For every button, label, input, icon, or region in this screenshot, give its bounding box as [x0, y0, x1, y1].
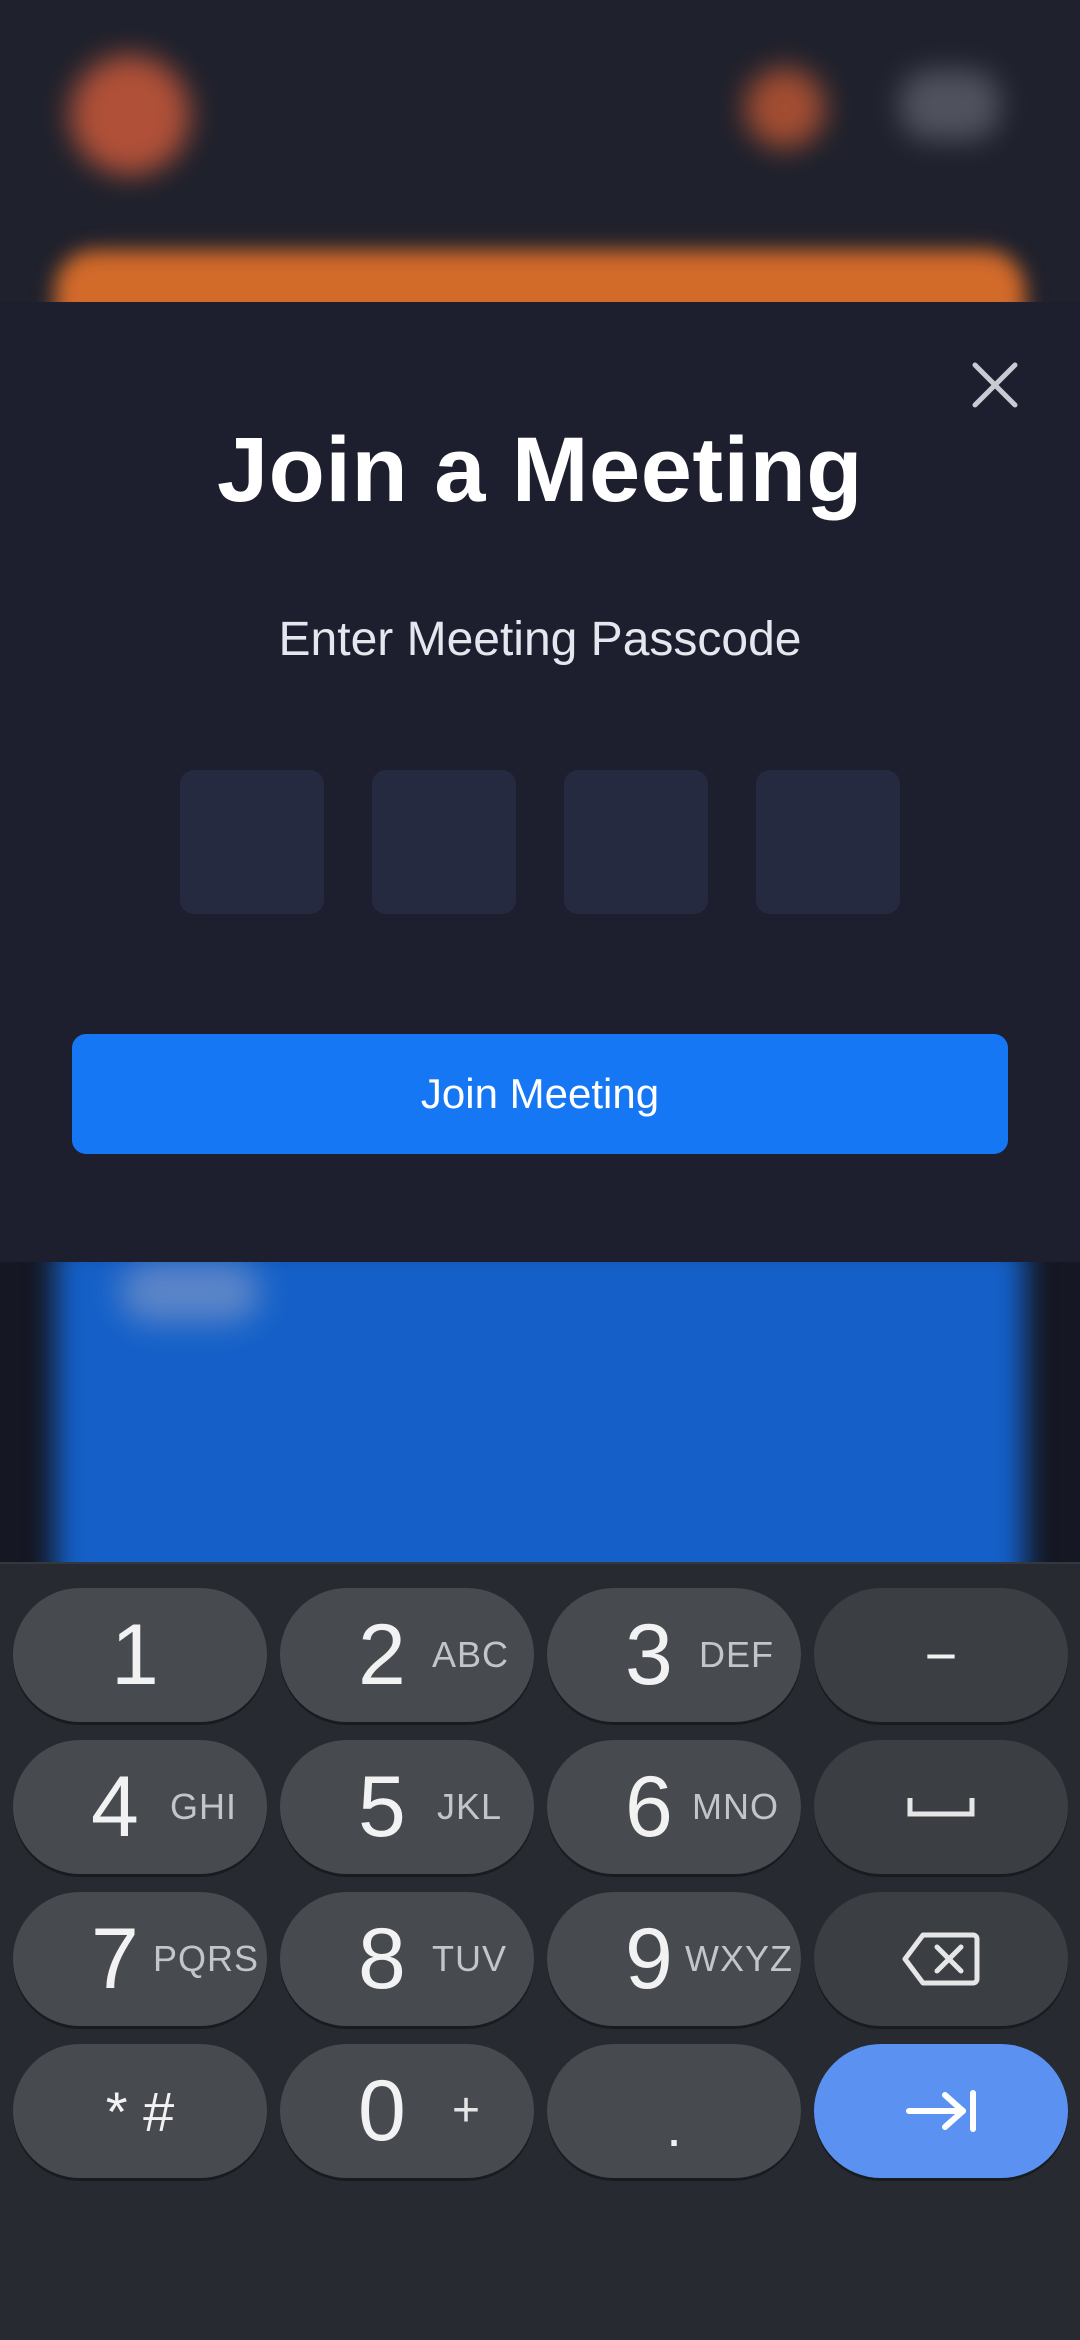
blurred-avatar: [70, 55, 190, 175]
key-label: .: [666, 2094, 682, 2158]
key-period[interactable]: .: [547, 2044, 801, 2178]
close-button[interactable]: [965, 355, 1025, 415]
key-letters: +: [452, 2084, 482, 2137]
key-letters: DEF: [699, 1634, 774, 1675]
key-digit: 2: [358, 1607, 406, 1703]
blurred-highlight: [120, 1262, 260, 1322]
passcode-digit-3[interactable]: [564, 770, 708, 914]
key-digit: 3: [625, 1607, 673, 1703]
join-meeting-button[interactable]: Join Meeting: [72, 1034, 1008, 1154]
key-next[interactable]: [814, 2044, 1068, 2178]
key-letters: GHI: [170, 1786, 238, 1827]
space-icon: [907, 1798, 975, 1817]
key-letters: TUV: [432, 1938, 507, 1979]
key-5[interactable]: 5 JKL: [280, 1740, 534, 1874]
key-digit: 7: [91, 1911, 139, 2007]
passcode-prompt: Enter Meeting Passcode: [278, 613, 802, 666]
blurred-button: [900, 70, 1000, 140]
page-title: Join a Meeting: [217, 419, 863, 521]
key-digit: 6: [625, 1759, 673, 1855]
blurred-banner: [55, 250, 1025, 302]
next-tab-icon: [906, 2090, 976, 2132]
key-letters: MNO: [692, 1786, 779, 1827]
key-2[interactable]: 2 ABC: [280, 1588, 534, 1722]
background-bottom: [0, 1262, 1080, 1562]
key-8[interactable]: 8 TUV: [280, 1892, 534, 2026]
key-digit: 9: [625, 1911, 673, 2007]
key-label: * #: [105, 2079, 175, 2143]
key-digit: 8: [358, 1911, 406, 2007]
background-top: [0, 0, 1080, 302]
key-1[interactable]: 1: [13, 1588, 267, 1722]
key-star-hash[interactable]: * #: [13, 2044, 267, 2178]
key-digit: 5: [358, 1759, 406, 1855]
key-label: −: [924, 1623, 958, 1687]
key-7[interactable]: 7 PQRS: [13, 1892, 267, 2026]
key-3[interactable]: 3 DEF: [547, 1588, 801, 1722]
passcode-digit-4[interactable]: [756, 770, 900, 914]
blurred-status-dot: [745, 68, 825, 148]
key-letters: PQRS: [153, 1938, 260, 1979]
key-4[interactable]: 4 GHI: [13, 1740, 267, 1874]
key-digit: 0: [358, 2063, 406, 2159]
passcode-digit-1[interactable]: [180, 770, 324, 914]
numeric-keyboard: 1 2 ABC 3 DEF − 4 GHI 5 JKL 6 MNO 7 PQRS…: [0, 1562, 1080, 2340]
close-icon: [972, 362, 1018, 408]
key-minus[interactable]: −: [814, 1588, 1068, 1722]
key-9[interactable]: 9 WXYZ: [547, 1892, 801, 2026]
key-6[interactable]: 6 MNO: [547, 1740, 801, 1874]
key-letters: ABC: [432, 1634, 510, 1675]
key-0[interactable]: 0 +: [280, 2044, 534, 2178]
key-space[interactable]: [814, 1740, 1068, 1874]
key-letters: JKL: [437, 1786, 503, 1827]
key-digit: 1: [111, 1607, 159, 1703]
key-backspace[interactable]: [814, 1892, 1068, 2026]
passcode-input-row: [180, 770, 900, 914]
backspace-icon: [902, 1932, 980, 1986]
key-digit: 4: [91, 1759, 139, 1855]
passcode-digit-2[interactable]: [372, 770, 516, 914]
key-letters: WXYZ: [685, 1938, 793, 1979]
